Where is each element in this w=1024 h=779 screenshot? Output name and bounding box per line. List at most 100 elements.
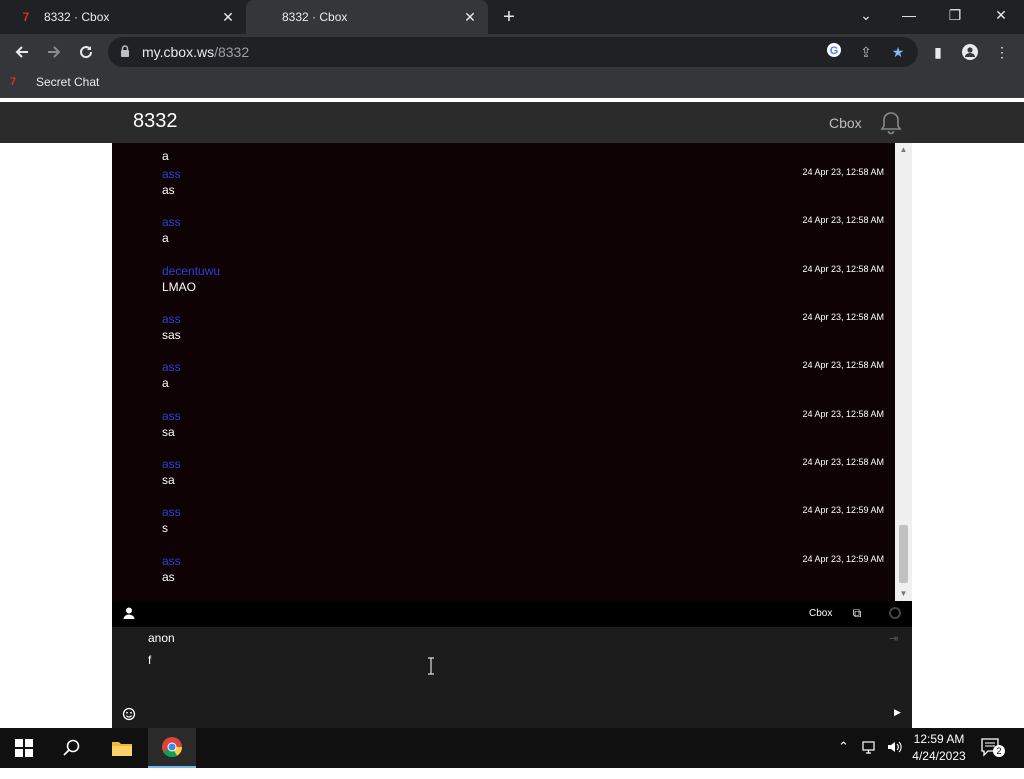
reload-button[interactable] xyxy=(72,38,100,66)
message-item: ass a 24 Apr 23, 12:58 AM xyxy=(112,360,895,408)
message-username[interactable]: ass xyxy=(162,215,181,229)
notification-center-button[interactable]: 2 xyxy=(980,737,1006,759)
message-item: ass sa 24 Apr 23, 12:58 AM xyxy=(112,409,895,457)
side-panel-icon[interactable]: ▮ xyxy=(924,38,952,66)
cbox-favicon-icon: 7 xyxy=(10,76,17,88)
cbox-favicon-icon: 7 xyxy=(22,10,30,24)
message-item: ass as 24 Apr 23, 12:58 AM xyxy=(112,167,895,215)
bookmark-star-icon[interactable]: ★ xyxy=(888,42,908,62)
emoji-icon[interactable] xyxy=(122,707,136,721)
menu-kebab-icon[interactable]: ⋮ xyxy=(988,38,1016,66)
tab-search-chevron-icon[interactable]: ⌄ xyxy=(846,0,886,34)
windows-logo-icon xyxy=(15,739,33,757)
bookmarks-bar: 7 Secret Chat xyxy=(0,70,1024,98)
message-text: s xyxy=(162,521,168,535)
scroll-down-arrow-icon[interactable]: ▼ xyxy=(895,587,912,601)
restore-button[interactable]: ❐ xyxy=(932,0,978,34)
notification-bell-icon[interactable] xyxy=(878,110,904,136)
share-icon[interactable]: ⇪ xyxy=(856,42,876,62)
message-text: as xyxy=(162,183,175,197)
scroll-up-arrow-icon[interactable]: ▲ xyxy=(895,143,912,157)
compose-area[interactable]: anon f ⇥ ▶ xyxy=(112,627,912,728)
message-username[interactable]: ass xyxy=(162,360,181,374)
clock-date: 4/24/2023 xyxy=(912,749,966,763)
minimize-button[interactable]: — xyxy=(886,0,932,34)
address-bar[interactable]: my.cbox.ws/8332 G ⇪ ★ xyxy=(108,37,918,67)
message-list[interactable]: a ass as 24 Apr 23, 12:58 AM ass a 24 Ap… xyxy=(112,143,895,601)
compose-name-field[interactable]: anon xyxy=(148,631,175,645)
tab-title: 8332 · Cbox xyxy=(282,10,348,24)
message-username[interactable]: ass xyxy=(162,409,181,423)
page-content: 8332 Cbox a ass as 24 Apr 23, 12:58 AM a… xyxy=(0,102,1024,728)
bookmark-secret-chat[interactable]: 7 Secret Chat xyxy=(10,75,99,89)
close-window-button[interactable]: ✕ xyxy=(978,0,1024,34)
message-text: as xyxy=(162,570,175,584)
file-explorer-button[interactable] xyxy=(98,728,146,768)
new-tab-button[interactable]: + xyxy=(498,6,520,28)
browser-tab-2[interactable]: 7 8332 · Cbox ✕ xyxy=(246,0,488,34)
google-lens-icon[interactable]: G xyxy=(824,42,844,62)
message-username[interactable]: ass xyxy=(162,554,181,568)
message-timestamp: 24 Apr 23, 12:59 AM xyxy=(802,505,884,515)
message-scrollbar[interactable]: ▲ ▼ xyxy=(895,143,912,601)
windows-taskbar: ⌃ 12:59 AM 4/24/2023 2 xyxy=(0,728,1024,768)
message-username[interactable]: ass xyxy=(162,312,181,326)
message-timestamp: 24 Apr 23, 12:58 AM xyxy=(802,215,884,225)
message-text: sa xyxy=(162,473,175,487)
tab-title: 8332 · Cbox xyxy=(44,10,110,24)
system-clock[interactable]: 12:59 AM 4/24/2023 xyxy=(912,731,966,765)
message-item: ass sa 24 Apr 23, 12:58 AM xyxy=(112,457,895,505)
message-text: sa xyxy=(162,425,175,439)
message-username[interactable]: ass xyxy=(162,505,181,519)
message-timestamp: 24 Apr 23, 12:58 AM xyxy=(802,312,884,322)
tray-chevron-icon[interactable]: ⌃ xyxy=(838,739,849,779)
message-text: a xyxy=(162,231,169,245)
clock-time: 12:59 AM xyxy=(913,732,965,746)
status-circle-icon[interactable] xyxy=(889,607,901,619)
back-button[interactable] xyxy=(8,38,36,66)
popout-icon[interactable]: ⧉ xyxy=(850,606,864,620)
network-icon[interactable] xyxy=(862,739,878,779)
chrome-taskbar-button[interactable] xyxy=(148,728,196,768)
scroll-thumb[interactable] xyxy=(899,525,908,583)
search-button[interactable] xyxy=(48,728,96,768)
message-timestamp: 24 Apr 23, 12:58 AM xyxy=(802,360,884,370)
message-item: ass as 24 Apr 23, 12:59 AM xyxy=(112,554,895,601)
lock-icon[interactable] xyxy=(120,45,130,57)
message-username[interactable]: ass xyxy=(162,167,181,181)
browser-tab-1[interactable]: 7 8332 · Cbox ✕ xyxy=(8,0,246,34)
message-username[interactable]: decentuwu xyxy=(162,264,220,278)
volume-icon[interactable] xyxy=(886,739,902,779)
send-arrow-icon[interactable]: ▶ xyxy=(894,707,904,721)
message-text: LMAO xyxy=(162,280,197,294)
url-text[interactable]: my.cbox.ws/8332 xyxy=(142,44,249,60)
site-header: 8332 Cbox xyxy=(0,102,1024,143)
page-title: 8332 xyxy=(133,110,178,132)
compose-message-input[interactable]: f xyxy=(148,653,151,667)
login-icon[interactable]: ⇥ xyxy=(889,632,903,646)
bookmark-label: Secret Chat xyxy=(36,75,100,89)
cbox-link[interactable]: Cbox xyxy=(809,608,832,619)
message-item: ass s 24 Apr 23, 12:59 AM xyxy=(112,505,895,553)
message-item: decentuwu LMAO 24 Apr 23, 12:58 AM xyxy=(112,264,895,312)
profile-icon[interactable] xyxy=(956,38,984,66)
message-text: sas xyxy=(162,328,181,342)
cbox-brand-link[interactable]: Cbox xyxy=(829,115,862,131)
browser-tab-strip: 7 8332 · Cbox ✕ 7 8332 · Cbox ✕ + ⌄ — ❐ … xyxy=(0,0,1024,34)
forward-button[interactable] xyxy=(40,38,68,66)
close-tab-icon[interactable]: ✕ xyxy=(462,9,478,25)
message-timestamp: 24 Apr 23, 12:58 AM xyxy=(802,409,884,419)
start-button[interactable] xyxy=(0,728,48,768)
user-icon[interactable] xyxy=(122,606,136,620)
browser-toolbar: my.cbox.ws/8332 G ⇪ ★ ▮ ⋮ xyxy=(0,34,1024,70)
message-timestamp: 24 Apr 23, 12:58 AM xyxy=(802,457,884,467)
chrome-icon xyxy=(162,737,183,758)
notification-count-badge: 2 xyxy=(993,745,1005,757)
folder-icon xyxy=(112,742,132,756)
message-username[interactable]: ass xyxy=(162,457,181,471)
close-tab-icon[interactable]: ✕ xyxy=(220,9,236,25)
chat-toolbar: Cbox ⧉ xyxy=(112,601,912,627)
chat-box: a ass as 24 Apr 23, 12:58 AM ass a 24 Ap… xyxy=(112,143,912,728)
message-item: ass sas 24 Apr 23, 12:58 AM xyxy=(112,312,895,360)
search-icon xyxy=(63,739,80,756)
